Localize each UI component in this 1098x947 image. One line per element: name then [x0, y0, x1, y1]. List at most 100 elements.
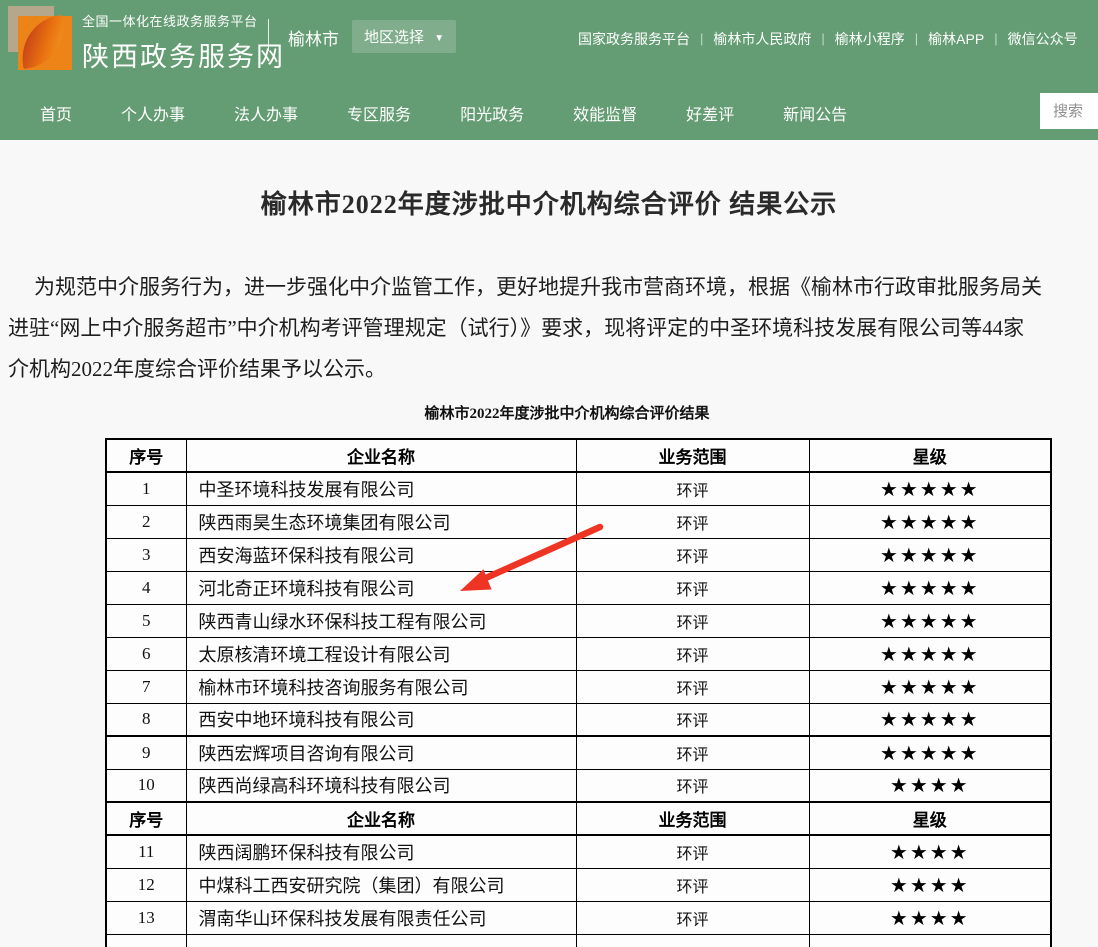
- nav-item-zone-services[interactable]: 专区服务: [347, 101, 411, 125]
- row-number: 9: [106, 736, 186, 769]
- business-scope: 环评: [576, 538, 809, 571]
- link-separator: |: [915, 31, 918, 46]
- table-row: 3西安海蓝环保科技有限公司环评★★★★★: [106, 538, 1051, 571]
- star-rating: ★★★★★: [809, 505, 1051, 538]
- company-name: 榆林市环境科技咨询服务有限公司: [186, 670, 576, 703]
- article-content: 榆林市2022年度涉批中介机构综合评价 结果公示 为规范中介服务行为，进一步强化…: [0, 184, 1098, 947]
- company-name: 太原核清环境工程设计有限公司: [186, 637, 576, 670]
- business-scope: 环评: [576, 901, 809, 934]
- star-rating: ★★★★: [809, 769, 1051, 802]
- business-scope: 环评: [576, 703, 809, 736]
- nav-item-news[interactable]: 新闻公告: [783, 101, 847, 125]
- business-scope: 环评: [576, 769, 809, 802]
- company-name: 中煤科工西安研究院（集团）有限公司: [186, 868, 576, 901]
- table-row: 11陕西阔鹏环保科技有限公司环评★★★★: [106, 835, 1051, 868]
- search-input[interactable]: [1040, 93, 1098, 129]
- row-number: 2: [106, 505, 186, 538]
- chevron-down-icon: ▼: [434, 33, 444, 44]
- company-name: 西安海蓝环保科技有限公司: [186, 538, 576, 571]
- star-rating: ★★★★★: [809, 670, 1051, 703]
- row-number: 1: [106, 472, 186, 505]
- link-yulin-government[interactable]: 榆林市人民政府: [713, 29, 811, 49]
- business-scope: 环评: [576, 505, 809, 538]
- column-header: 序号: [106, 802, 186, 835]
- company-name: 中圣环境科技发展有限公司: [186, 472, 576, 505]
- table-row: 5陕西青山绿水环保科技工程有限公司环评★★★★★: [106, 604, 1051, 637]
- star-rating: ★★★★★: [809, 703, 1051, 736]
- company-name: 陕西雨昊生态环境集团有限公司: [186, 505, 576, 538]
- table-header-row: 序号企业名称业务范围星级: [106, 802, 1051, 835]
- page: 全国一体化在线政务服务平台 陕西政务服务网 榆林市 地区选择 ▼ 国家政务服务平…: [0, 0, 1098, 947]
- empty-cell: [576, 934, 809, 947]
- link-separator: |: [994, 31, 997, 46]
- site-titles: 全国一体化在线政务服务平台 陕西政务服务网: [82, 11, 285, 74]
- company-name: 陕西宏辉项目咨询有限公司: [186, 736, 576, 769]
- link-yulin-miniprogram[interactable]: 榆林小程序: [835, 29, 905, 49]
- star-rating: ★★★★★: [809, 538, 1051, 571]
- table-row: 13渭南华山环保科技发展有限责任公司环评★★★★: [106, 901, 1051, 934]
- table-row: 1中圣环境科技发展有限公司环评★★★★★: [106, 472, 1051, 505]
- business-scope: 环评: [576, 637, 809, 670]
- nav-item-legal-person[interactable]: 法人办事: [234, 101, 298, 125]
- table-caption: 榆林市2022年度涉批中介机构综合评价结果: [18, 402, 1098, 423]
- row-number: 5: [106, 604, 186, 637]
- business-scope: 环评: [576, 571, 809, 604]
- star-rating: ★★★★: [809, 868, 1051, 901]
- table-row: 12中煤科工西安研究院（集团）有限公司环评★★★★: [106, 868, 1051, 901]
- company-name: 陕西青山绿水环保科技工程有限公司: [186, 604, 576, 637]
- column-header: 企业名称: [186, 802, 576, 835]
- column-header: 企业名称: [186, 439, 576, 472]
- nav-item-open-government[interactable]: 阳光政务: [460, 101, 524, 125]
- nav-item-personal[interactable]: 个人办事: [121, 101, 185, 125]
- paragraph-line: 介机构2022年度综合评价结果予以公示。: [8, 349, 1098, 390]
- company-name: 陕西尚绿高科环境科技有限公司: [186, 769, 576, 802]
- company-name: 河北奇正环境科技有限公司: [186, 571, 576, 604]
- table-row: 6太原核清环境工程设计有限公司环评★★★★★: [106, 637, 1051, 670]
- table-row: 8西安中地环境科技有限公司环评★★★★★: [106, 703, 1051, 736]
- link-national-platform[interactable]: 国家政务服务平台: [578, 29, 690, 49]
- empty-cell: [809, 934, 1051, 947]
- row-number: 8: [106, 703, 186, 736]
- link-wechat-official[interactable]: 微信公众号: [1008, 29, 1078, 49]
- region-selector-button[interactable]: 地区选择 ▼: [352, 20, 456, 53]
- nav-item-home[interactable]: 首页: [40, 101, 72, 125]
- platform-label: 全国一体化在线政务服务平台: [82, 11, 285, 30]
- row-number: 10: [106, 769, 186, 802]
- row-number: 7: [106, 670, 186, 703]
- column-header: 业务范围: [576, 439, 809, 472]
- row-number: 12: [106, 868, 186, 901]
- star-rating: ★★★★★: [809, 637, 1051, 670]
- notice-paragraph: 为规范中介服务行为，进一步强化中介监管工作，更好地提升我市营商环境，根据《榆林市…: [0, 267, 1098, 390]
- table-row: 10陕西尚绿高科环境科技有限公司环评★★★★: [106, 769, 1051, 802]
- column-header: 序号: [106, 439, 186, 472]
- column-header: 星级: [809, 439, 1051, 472]
- table-row: 2陕西雨昊生态环境集团有限公司环评★★★★★: [106, 505, 1051, 538]
- row-number: 11: [106, 835, 186, 868]
- star-rating: ★★★★: [809, 901, 1051, 934]
- star-rating: ★★★★★: [809, 472, 1051, 505]
- link-yulin-app[interactable]: 榆林APP: [928, 29, 984, 49]
- top-header: 全国一体化在线政务服务平台 陕西政务服务网 榆林市 地区选择 ▼ 国家政务服务平…: [0, 0, 1098, 85]
- link-separator: |: [821, 31, 824, 46]
- results-table-body: 序号企业名称业务范围星级1中圣环境科技发展有限公司环评★★★★★2陕西雨昊生态环…: [106, 439, 1051, 947]
- column-header: 业务范围: [576, 802, 809, 835]
- nav-item-rating[interactable]: 好差评: [686, 101, 734, 125]
- table-header-row: 序号企业名称业务范围星级: [106, 439, 1051, 472]
- column-header: 星级: [809, 802, 1051, 835]
- main-nav: 首页 个人办事 法人办事 专区服务 阳光政务 效能监督 好差评 新闻公告: [0, 85, 1098, 140]
- site-logo[interactable]: [8, 6, 72, 70]
- row-number: 4: [106, 571, 186, 604]
- table-row: 7榆林市环境科技咨询服务有限公司环评★★★★★: [106, 670, 1051, 703]
- business-scope: 环评: [576, 835, 809, 868]
- star-rating: ★★★★★: [809, 736, 1051, 769]
- row-number: 3: [106, 538, 186, 571]
- row-number: 13: [106, 901, 186, 934]
- top-links: 国家政务服务平台 | 榆林市人民政府 | 榆林小程序 | 榆林APP | 微信公…: [578, 28, 1098, 49]
- company-name: 渭南华山环保科技发展有限责任公司: [186, 901, 576, 934]
- nav-item-efficiency[interactable]: 效能监督: [573, 101, 637, 125]
- business-scope: 环评: [576, 604, 809, 637]
- business-scope: 环评: [576, 670, 809, 703]
- link-separator: |: [700, 31, 703, 46]
- paragraph-line: 为规范中介服务行为，进一步强化中介监管工作，更好地提升我市营商环境，根据《榆林市…: [8, 267, 1098, 308]
- empty-cell: [106, 934, 186, 947]
